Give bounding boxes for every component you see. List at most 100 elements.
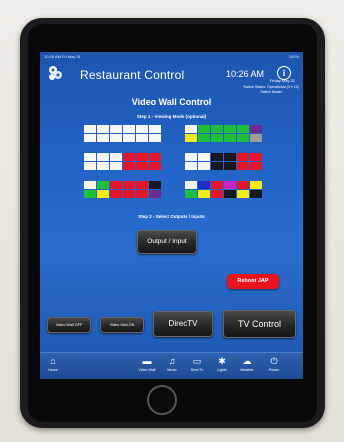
cloud-icon: ☁ bbox=[242, 356, 252, 366]
directv-button[interactable]: DirecTV bbox=[153, 311, 213, 337]
preset-cell bbox=[185, 125, 197, 133]
music-icon: ♫ bbox=[168, 356, 176, 366]
preset-cell bbox=[97, 125, 109, 133]
preset-cell bbox=[198, 190, 210, 198]
preset-white-dark-red[interactable] bbox=[185, 153, 262, 170]
preset-cell bbox=[97, 162, 109, 170]
app-title: Restaurant Control bbox=[80, 68, 185, 82]
preset-cell bbox=[136, 181, 148, 189]
preset-cell bbox=[149, 181, 161, 189]
video-wall-off-button[interactable]: Video Wall OFF bbox=[47, 317, 91, 333]
nav-lights[interactable]: ✱ Lights bbox=[211, 355, 233, 373]
nav-video-wall[interactable]: ▬ Video Wall bbox=[136, 355, 158, 373]
preset-cell bbox=[224, 181, 236, 189]
preset-cell bbox=[211, 125, 223, 133]
preset-cell bbox=[84, 153, 96, 161]
preset-cell bbox=[149, 162, 161, 170]
nav-label-lights: Lights bbox=[217, 368, 227, 372]
preset-cell bbox=[123, 162, 135, 170]
preset-cell bbox=[97, 134, 109, 142]
hardware-home-button[interactable] bbox=[147, 385, 177, 415]
preset-cell bbox=[149, 190, 161, 198]
preset-cell bbox=[185, 153, 197, 161]
tv-control-button[interactable]: TV Control bbox=[223, 310, 296, 338]
switch-status: Switch Status: Operational (3 x 13) Swit… bbox=[243, 85, 299, 94]
video-wall-on-button[interactable]: Video Wall ON bbox=[100, 317, 144, 333]
preset-cell bbox=[110, 162, 122, 170]
lightbulb-icon: ✱ bbox=[218, 356, 226, 366]
preset-cell bbox=[123, 190, 135, 198]
preset-all-white[interactable] bbox=[84, 125, 161, 142]
preset-cell bbox=[84, 190, 96, 198]
preset-cell bbox=[198, 153, 210, 161]
satellite-tv-icon: ▭ bbox=[192, 356, 202, 366]
preset-cell bbox=[185, 181, 197, 189]
page-title: Video Wall Control bbox=[131, 97, 212, 107]
power-icon: ⏻ bbox=[270, 356, 278, 366]
nav-music[interactable]: ♫ Music bbox=[161, 355, 183, 373]
preset-cell bbox=[84, 181, 96, 189]
preset-mixed-colors[interactable] bbox=[84, 181, 161, 198]
preset-cell bbox=[84, 134, 96, 142]
nav-label-directv: DirecTv bbox=[190, 368, 204, 372]
preset-cell bbox=[149, 134, 161, 142]
preset-cell bbox=[211, 190, 223, 198]
nav-directv[interactable]: ▭ DirecTv bbox=[186, 355, 208, 373]
preset-cell bbox=[149, 125, 161, 133]
app-screen: 10:28 AM Fri May 31 100% Restaurant Cont… bbox=[40, 52, 303, 379]
preset-cell bbox=[136, 162, 148, 170]
home-icon: ⌂ bbox=[50, 356, 56, 366]
preset-cell bbox=[110, 125, 122, 133]
clock-time: 10:26 AM bbox=[226, 69, 265, 79]
preset-cell bbox=[97, 153, 109, 161]
bottom-nav-bar: ⌂ Home ▬ Video Wall ♫ Music ▭ DirecTv ✱ … bbox=[40, 352, 303, 379]
preset-cell bbox=[136, 134, 148, 142]
preset-cell bbox=[237, 181, 249, 189]
preset-green-wall[interactable] bbox=[185, 125, 262, 142]
preset-cell bbox=[185, 190, 197, 198]
preset-cell bbox=[136, 153, 148, 161]
preset-cell bbox=[224, 134, 236, 142]
status-battery: 100% bbox=[288, 54, 299, 59]
preset-cell bbox=[110, 190, 122, 198]
preset-cell bbox=[211, 181, 223, 189]
preset-cell bbox=[250, 125, 262, 133]
nav-label-weather: Weather bbox=[240, 368, 254, 372]
preset-cell bbox=[237, 153, 249, 161]
preset-cell bbox=[250, 190, 262, 198]
preset-cell bbox=[136, 125, 148, 133]
date-label: Friday May 31 bbox=[269, 78, 295, 83]
preset-cell bbox=[97, 190, 109, 198]
preset-cell bbox=[250, 162, 262, 170]
preset-cell bbox=[84, 125, 96, 133]
app-header: Restaurant Control 10:26 AM i bbox=[40, 61, 303, 85]
step1-label: Step 1 - Viewing Mode (optional) bbox=[136, 114, 207, 119]
preset-cell bbox=[84, 162, 96, 170]
nav-home[interactable]: ⌂ Home bbox=[42, 355, 64, 373]
output-input-button[interactable]: Output / Input bbox=[137, 230, 197, 254]
preset-cell bbox=[211, 153, 223, 161]
preset-cell bbox=[250, 153, 262, 161]
preset-cell bbox=[211, 162, 223, 170]
preset-cell bbox=[110, 153, 122, 161]
reboot-jap-button[interactable]: Reboot JAP bbox=[227, 274, 279, 289]
preset-white-red[interactable] bbox=[84, 153, 161, 170]
nav-label-video-wall: Video Wall bbox=[138, 368, 156, 372]
preset-multi-color[interactable] bbox=[185, 181, 262, 198]
preset-cell bbox=[185, 134, 197, 142]
nav-weather[interactable]: ☁ Weather bbox=[236, 355, 258, 373]
preset-cell bbox=[198, 181, 210, 189]
preset-cell bbox=[224, 125, 236, 133]
ios-status-bar: 10:28 AM Fri May 31 100% bbox=[40, 52, 303, 61]
step2-label: Step 2 - Select Outputs / Inputs bbox=[138, 214, 205, 219]
nav-power[interactable]: ⏻ Power bbox=[263, 355, 285, 373]
preset-cell bbox=[237, 125, 249, 133]
preset-cell bbox=[198, 162, 210, 170]
preset-cell bbox=[136, 190, 148, 198]
preset-cell bbox=[198, 125, 210, 133]
preset-cell bbox=[110, 134, 122, 142]
preset-cell bbox=[250, 134, 262, 142]
nav-label-power: Power bbox=[268, 368, 280, 372]
preset-cell bbox=[237, 134, 249, 142]
preset-cell bbox=[123, 181, 135, 189]
